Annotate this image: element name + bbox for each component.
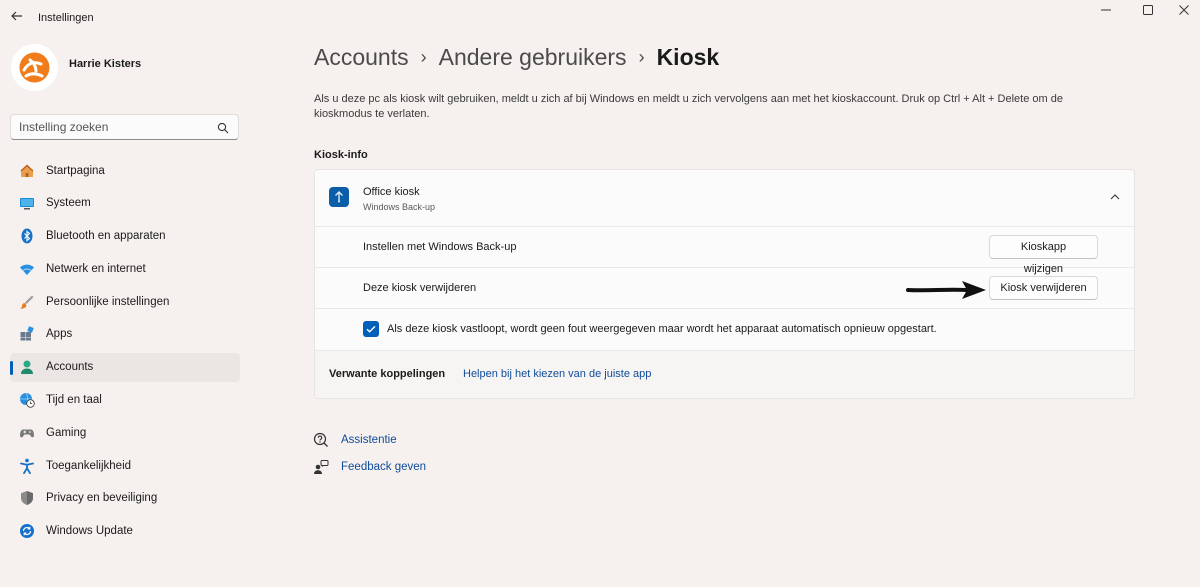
person-icon: [19, 359, 35, 375]
profile-name: Harrie Kisters: [69, 58, 142, 70]
sidebar-item-persoonlijk[interactable]: Persoonlijke instellingen: [10, 287, 240, 316]
page-title: Kiosk: [656, 44, 720, 70]
minimize-button[interactable]: [1084, 2, 1128, 22]
assist-link[interactable]: Assistentie: [341, 434, 397, 446]
help-links: Assistentie Feedback geven: [313, 426, 426, 480]
home-icon: [19, 163, 35, 179]
related-links-row: Verwante koppelingen Helpen bij het kiez…: [315, 351, 1134, 398]
remove-label: Deze kiosk verwijderen: [363, 282, 477, 294]
change-kiosk-app-button[interactable]: Kioskapp wijzigen: [989, 235, 1098, 275]
sidebar-item-bluetooth[interactable]: Bluetooth en apparaten: [10, 222, 240, 251]
update-icon: [19, 523, 35, 539]
sidebar-item-privacy[interactable]: Privacy en beveiliging: [10, 484, 240, 513]
sidebar-item-tijd-taal[interactable]: Tijd en taal: [10, 386, 240, 415]
kiosk-app-icon: [329, 187, 349, 207]
restart-checkbox-label[interactable]: Als deze kiosk vastloopt, wordt geen fou…: [387, 323, 937, 335]
restart-row: Als deze kiosk vastloopt, wordt geen fou…: [315, 309, 1134, 351]
restart-checkbox[interactable]: [363, 321, 379, 337]
gamepad-icon: [19, 425, 35, 441]
window-title: Instellingen: [38, 12, 94, 24]
sidebar-item-windows-update[interactable]: Windows Update: [10, 517, 240, 546]
kiosk-app-header[interactable]: Office kiosk Windows Back-up: [315, 170, 1134, 227]
help-person-icon: [313, 432, 329, 448]
profile[interactable]: [11, 44, 58, 91]
wifi-icon: [19, 261, 35, 277]
monitor-icon: [19, 195, 35, 211]
globe-clock-icon: [19, 392, 35, 408]
section-title: Kiosk-info: [314, 149, 368, 161]
kiosk-app-subtitle: Windows Back-up: [363, 202, 436, 212]
assist-link-row[interactable]: Assistentie: [313, 426, 426, 453]
apps-icon: [19, 326, 35, 342]
annotation-arrow-icon: [906, 277, 988, 303]
avatar: [11, 44, 58, 91]
chevron-up-icon[interactable]: [1108, 190, 1122, 204]
sidebar-item-toegankelijkheid[interactable]: Toegankelijkheid: [10, 451, 240, 480]
feedback-icon: [313, 459, 329, 475]
shield-icon: [19, 490, 35, 506]
breadcrumb-andere-gebruikers[interactable]: Andere gebruikers: [439, 44, 627, 70]
search-input[interactable]: [11, 115, 211, 139]
close-button[interactable]: [1162, 2, 1200, 22]
setup-label: Instellen met Windows Back-up: [363, 241, 517, 253]
brush-icon: [19, 294, 35, 310]
breadcrumb-separator: ›: [638, 47, 645, 67]
remove-kiosk-button[interactable]: Kiosk verwijderen: [989, 276, 1098, 300]
sidebar-item-accounts[interactable]: Accounts: [10, 352, 240, 382]
setup-row: Instellen met Windows Back-up Kioskapp w…: [315, 227, 1134, 275]
sidebar-item-systeem[interactable]: Systeem: [10, 189, 240, 218]
related-links-label: Verwante koppelingen: [329, 368, 446, 380]
kiosk-info-card: Office kiosk Windows Back-up Instellen m…: [314, 169, 1135, 399]
title-bar: Instellingen: [0, 0, 1200, 36]
breadcrumb-separator: ›: [420, 47, 427, 67]
sidebar-nav: Startpagina Systeem Bluetooth en apparat…: [10, 156, 240, 550]
sidebar-item-netwerk[interactable]: Netwerk en internet: [10, 254, 240, 283]
bluetooth-icon: [19, 228, 35, 244]
page-description: Als u deze pc als kiosk wilt gebruiken, …: [314, 93, 1063, 120]
remove-row: Deze kiosk verwijderen Kiosk verwijderen: [315, 268, 1134, 309]
breadcrumb-accounts[interactable]: Accounts: [314, 44, 409, 70]
related-link-choose-app[interactable]: Helpen bij het kiezen van de juiste app: [463, 368, 651, 380]
search-box[interactable]: [10, 114, 239, 140]
back-arrow-icon[interactable]: [8, 9, 26, 27]
search-icon[interactable]: [217, 121, 229, 134]
feedback-link-row[interactable]: Feedback geven: [313, 453, 426, 480]
accessibility-icon: [19, 458, 35, 474]
kiosk-app-name: Office kiosk: [363, 186, 420, 198]
feedback-link[interactable]: Feedback geven: [341, 461, 426, 473]
breadcrumb: Accounts › Andere gebruikers › Kiosk: [314, 44, 719, 71]
sidebar-item-startpagina[interactable]: Startpagina: [10, 156, 240, 185]
sidebar-item-apps[interactable]: Apps: [10, 320, 240, 349]
sidebar-item-gaming[interactable]: Gaming: [10, 418, 240, 447]
